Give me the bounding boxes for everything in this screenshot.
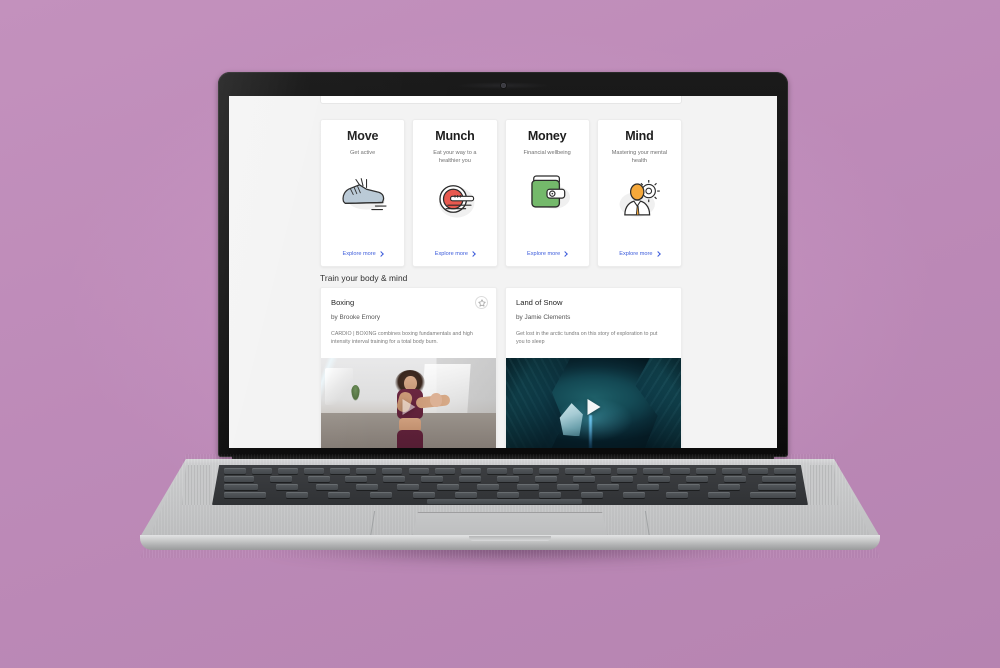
person-gear-icon — [612, 176, 666, 222]
wallet-icon — [520, 168, 574, 214]
pillar-card-move[interactable]: Move Get active Explore more — [320, 119, 406, 267]
pillar-card-munch[interactable]: Munch Eat your way to a healthier you Ex… — [412, 119, 498, 267]
laptop-screen: Move Get active Explore more Munch Eat y… — [229, 96, 777, 448]
laptop-lid: Move Get active Explore more Munch Eat y… — [218, 72, 788, 457]
pillar-card-row: Move Get active Explore more Munch Eat y… — [320, 119, 682, 267]
plate-fork-icon — [428, 176, 482, 222]
keyboard-row — [223, 476, 796, 482]
explore-more-link-money[interactable]: Explore more — [506, 251, 589, 257]
chevron-right-icon — [377, 251, 384, 257]
pillar-subtitle: Eat your way to a healthier you — [433, 149, 477, 164]
chevron-right-icon — [654, 251, 661, 257]
keyboard-row — [223, 492, 796, 498]
webcam-icon — [500, 83, 506, 88]
pillar-subtitle: Mastering your mental health — [611, 149, 668, 164]
plant — [350, 385, 360, 402]
pillar-subtitle: Get active — [350, 149, 376, 156]
keyboard[interactable] — [212, 465, 808, 505]
keyboard-row — [223, 468, 796, 474]
play-icon[interactable] — [402, 399, 415, 415]
card-description: CARDIO | BOXING combines boxing fundamen… — [331, 331, 473, 346]
explore-more-label: Explore more — [342, 251, 376, 257]
card-media-land-of-snow[interactable] — [506, 358, 681, 448]
partial-card-above — [320, 96, 682, 104]
pillar-title: Move — [347, 129, 379, 143]
pillar-title: Munch — [435, 129, 475, 143]
spacebar-key[interactable] — [426, 499, 582, 504]
play-icon[interactable] — [587, 399, 600, 415]
explore-more-label: Explore more — [526, 251, 561, 257]
card-author: by Jamie Clements — [516, 314, 571, 322]
pillar-card-money[interactable]: Money Financial wellbeing Explore more — [504, 119, 590, 267]
explore-more-link-move[interactable]: Explore more — [321, 251, 404, 257]
explore-more-label: Explore more — [434, 251, 468, 257]
neon-light — [324, 367, 353, 406]
card-text-body: Land of Snow by Jamie Clements Get lost … — [506, 288, 681, 358]
chevron-right-icon — [562, 251, 569, 257]
pillar-title: Mind — [625, 129, 654, 143]
explore-more-label: Explore more — [619, 251, 653, 257]
pillar-subtitle: Financial wellbeing — [523, 149, 571, 156]
explore-more-link-mind[interactable]: Explore more — [598, 251, 681, 257]
card-description: Get lost in the arctic tundra on this st… — [516, 331, 658, 346]
laptop-mockup: Move Get active Explore more Munch Eat y… — [140, 72, 880, 572]
running-shoe-icon — [336, 168, 390, 214]
keyboard-row — [223, 484, 796, 490]
content-card-land-of-snow[interactable]: Land of Snow by Jamie Clements Get lost … — [505, 287, 682, 448]
content-card-boxing[interactable]: Boxing by Brooke Emory CARDIO | BOXING c… — [320, 287, 497, 448]
scene-background: Move Get active Explore more Munch Eat y… — [0, 0, 1000, 668]
web-page: Move Get active Explore more Munch Eat y… — [229, 96, 777, 448]
content-card-row: Boxing by Brooke Emory CARDIO | BOXING c… — [320, 287, 682, 448]
chevron-right-icon — [470, 251, 476, 257]
laptop-base — [140, 454, 880, 558]
star-icon — [477, 298, 486, 307]
pillar-card-mind[interactable]: Mind Mastering your mental health Explor… — [596, 119, 682, 267]
favorite-star-button[interactable] — [475, 296, 488, 309]
card-title: Boxing — [331, 298, 355, 307]
speaker-grille-right — [810, 465, 838, 505]
card-title: Land of Snow — [516, 298, 563, 307]
speaker-grille-left — [182, 465, 210, 505]
card-author: by Brooke Emory — [331, 314, 381, 322]
explore-more-link-munch[interactable]: Explore more — [413, 251, 496, 257]
card-media-boxing[interactable] — [321, 358, 496, 448]
section-heading: Train your body & mind — [320, 273, 408, 283]
pillar-title: Money — [527, 129, 567, 143]
lid-open-notch — [469, 536, 551, 541]
card-text-body: Boxing by Brooke Emory CARDIO | BOXING c… — [321, 288, 496, 358]
